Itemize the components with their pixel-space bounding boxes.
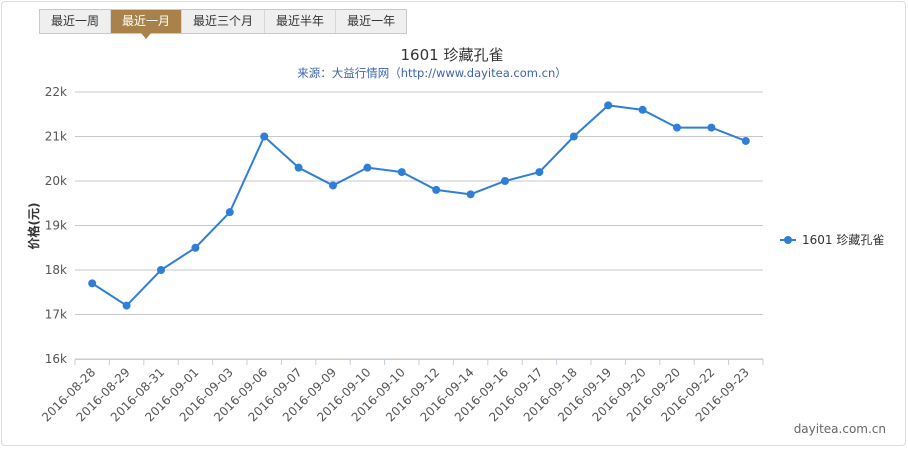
data-point[interactable] (122, 301, 131, 310)
chart-subtitle: 来源：大益行情网（http://www.dayitea.com.cn） (297, 66, 567, 80)
data-point[interactable] (741, 136, 750, 145)
credit-text[interactable]: dayitea.com.cn (794, 422, 886, 436)
data-point[interactable] (569, 132, 578, 141)
legend-dot-marker (784, 236, 792, 244)
y-tick-label: 22k (45, 85, 67, 99)
data-point[interactable] (466, 190, 475, 199)
series-group (88, 101, 750, 310)
y-tick-label: 18k (45, 263, 67, 277)
y-tick-label: 20k (45, 174, 67, 188)
grid-lines (75, 91, 763, 360)
data-point[interactable] (501, 177, 509, 185)
data-point[interactable] (294, 163, 303, 172)
y-tick-label: 21k (45, 130, 67, 144)
data-point[interactable] (363, 163, 372, 172)
data-point[interactable] (397, 168, 406, 177)
data-point[interactable] (604, 101, 613, 110)
data-point[interactable] (707, 123, 716, 132)
chart-title: 1601 珍藏孔雀 (401, 46, 504, 64)
y-tick-label: 17k (45, 308, 67, 322)
data-point[interactable] (260, 132, 269, 141)
y-tick-label: 19k (45, 219, 67, 233)
data-point[interactable] (225, 208, 234, 217)
x-axis: 2016-08-282016-08-292016-08-312016-09-01… (39, 359, 764, 424)
data-point[interactable] (191, 243, 200, 252)
legend[interactable]: 1601 珍藏孔雀 (780, 233, 884, 247)
data-point[interactable] (432, 185, 441, 194)
line-chart: 1601 珍藏孔雀 来源：大益行情网（http://www.dayitea.co… (26, 46, 886, 436)
y-tick-labels: 16k 17k 18k 19k 20k 21k 22k (45, 85, 67, 366)
data-point[interactable] (535, 168, 544, 177)
data-point[interactable] (673, 123, 681, 132)
data-point[interactable] (157, 266, 165, 274)
y-tick-label: 16k (45, 352, 67, 366)
data-point[interactable] (88, 279, 97, 288)
y-axis-label: 价格(元) (26, 203, 41, 250)
legend-label: 1601 珍藏孔雀 (802, 233, 884, 247)
data-point[interactable] (638, 105, 647, 114)
data-point[interactable] (329, 181, 337, 190)
series-line (91, 104, 747, 307)
